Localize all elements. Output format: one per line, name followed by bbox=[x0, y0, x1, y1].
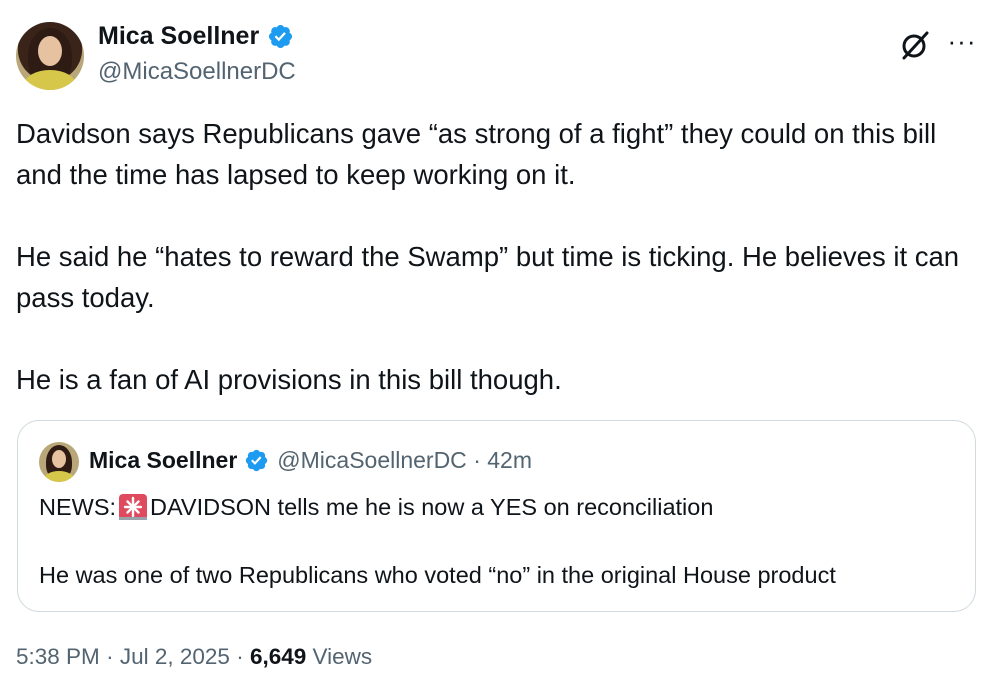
quoted-author-name[interactable]: Mica Soellner bbox=[89, 447, 237, 474]
tweet-time[interactable]: 5:38 PM bbox=[16, 644, 100, 669]
quoted-author-handle[interactable]: @MicaSoellnerDC bbox=[277, 447, 467, 474]
views-label[interactable]: Views bbox=[313, 644, 373, 669]
tweet-paragraph: Davidson says Republicans gave “as stron… bbox=[16, 118, 937, 190]
quoted-avatar[interactable] bbox=[39, 442, 79, 482]
quoted-text-suffix: DAVIDSON tells me he is now a YES on rec… bbox=[150, 494, 714, 520]
tweet-paragraph: He is a fan of AI provisions in this bil… bbox=[16, 364, 562, 395]
tweet: Mica Soellner @MicaSoellnerDC ··· Davids… bbox=[0, 0, 1000, 683]
avatar-face bbox=[52, 450, 66, 468]
quoted-text-prefix: NEWS: bbox=[39, 494, 117, 520]
quoted-tweet[interactable]: Mica Soellner @MicaSoellnerDC · 42m NEWS… bbox=[17, 420, 976, 612]
tweet-text: Davidson says Republicans gave “as stron… bbox=[16, 113, 976, 400]
avatar-face bbox=[38, 36, 62, 66]
verified-badge-icon[interactable] bbox=[244, 448, 269, 473]
author-name[interactable]: Mica Soellner bbox=[98, 22, 294, 51]
avatar[interactable] bbox=[16, 22, 84, 90]
avatar-shirt bbox=[44, 471, 74, 482]
author-handle[interactable]: @MicaSoellnerDC bbox=[98, 58, 296, 86]
tweet-metadata: 5:38 PM · Jul 2, 2025 · 6,649 Views bbox=[16, 644, 372, 670]
quoted-text-line: He was one of two Republicans who voted … bbox=[39, 562, 836, 588]
separator-dot: · bbox=[473, 447, 481, 473]
views-count[interactable]: 6,649 bbox=[250, 644, 306, 669]
more-icon[interactable]: ··· bbox=[944, 26, 980, 56]
siren-icon bbox=[119, 494, 148, 520]
separator-dot: · bbox=[106, 644, 114, 669]
verified-badge-icon[interactable] bbox=[267, 23, 294, 50]
quoted-separator: · bbox=[467, 447, 487, 474]
author-name-text[interactable]: Mica Soellner bbox=[98, 22, 259, 51]
grok-icon[interactable] bbox=[898, 28, 932, 62]
tweet-paragraph: He said he “hates to reward the Swamp” b… bbox=[16, 241, 960, 313]
quoted-timestamp[interactable]: 42m bbox=[487, 447, 532, 474]
tweet-date[interactable]: Jul 2, 2025 bbox=[120, 644, 230, 669]
quoted-text-line: NEWS: DAVIDSON tells me he is now a YES … bbox=[39, 491, 713, 523]
quoted-header: Mica Soellner @MicaSoellnerDC · 42m bbox=[89, 447, 532, 474]
separator-dot: · bbox=[236, 644, 244, 669]
